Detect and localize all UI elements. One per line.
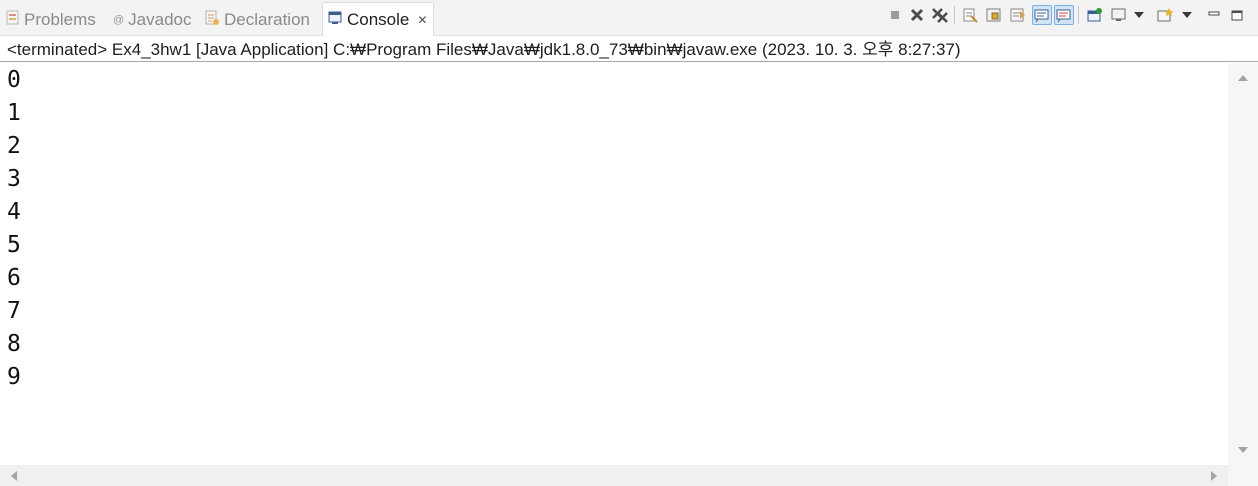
scrollbar-corner (1228, 465, 1258, 486)
console-line: 6 (7, 265, 21, 291)
word-wrap-icon[interactable] (1009, 6, 1027, 24)
tab-label: Javadoc (128, 10, 192, 29)
scroll-up-icon[interactable] (1236, 72, 1250, 84)
launch-status-line: <terminated> Ex4_3hw1 [Java Application]… (0, 37, 1258, 62)
console-line: 2 (7, 133, 21, 159)
terminate-icon[interactable] (886, 6, 904, 24)
scroll-down-icon[interactable] (1236, 444, 1250, 456)
toolbar-separator (1078, 6, 1079, 24)
tab-label: Problems (24, 10, 96, 29)
problems-icon (6, 10, 20, 31)
console-line: 1 (7, 100, 21, 126)
console-line: 0 (7, 67, 21, 93)
chevron-down-icon[interactable] (1180, 6, 1194, 24)
console-line: 4 (7, 199, 21, 225)
vertical-scrollbar[interactable] (1228, 63, 1258, 465)
scroll-right-icon[interactable] (1208, 469, 1220, 483)
show-on-stderr-icon[interactable] (1054, 5, 1074, 25)
console-line: 3 (7, 166, 21, 192)
minimize-icon[interactable] (1205, 6, 1223, 24)
tab-label: Declaration (224, 10, 310, 29)
console-output[interactable]: 0 1 2 3 4 5 6 7 8 9 (0, 63, 1228, 465)
console-line: 8 (7, 331, 21, 357)
remove-launch-icon[interactable] (908, 6, 926, 24)
view-tab-bar: Problems @ Javadoc Declaration Console ✕ (0, 0, 1258, 36)
show-on-stdout-icon[interactable] (1032, 5, 1052, 25)
open-console-icon[interactable] (1157, 6, 1175, 24)
console-line: 7 (7, 298, 21, 324)
display-selected-console-icon[interactable] (1110, 6, 1128, 24)
toolbar-separator (954, 6, 955, 24)
scroll-lock-icon[interactable] (985, 6, 1003, 24)
tab-declaration[interactable]: Declaration (205, 5, 310, 35)
tab-console[interactable]: Console ✕ (322, 2, 435, 36)
console-line: 5 (7, 232, 21, 258)
tab-problems[interactable]: Problems (6, 5, 96, 35)
tab-javadoc[interactable]: @ Javadoc (113, 5, 192, 35)
console-icon (328, 10, 343, 30)
console-line: 9 (7, 364, 21, 390)
remove-all-terminated-icon[interactable] (931, 6, 949, 24)
maximize-icon[interactable] (1228, 6, 1246, 24)
clear-console-icon[interactable] (961, 6, 979, 24)
horizontal-scrollbar[interactable] (0, 465, 1228, 486)
declaration-icon (205, 10, 220, 31)
scroll-left-icon[interactable] (8, 469, 20, 483)
tab-label: Console (347, 9, 410, 29)
close-tab-icon[interactable]: ✕ (417, 13, 427, 27)
javadoc-icon: @ (113, 14, 125, 26)
pin-console-icon[interactable] (1086, 6, 1104, 24)
chevron-down-icon[interactable] (1132, 6, 1146, 24)
